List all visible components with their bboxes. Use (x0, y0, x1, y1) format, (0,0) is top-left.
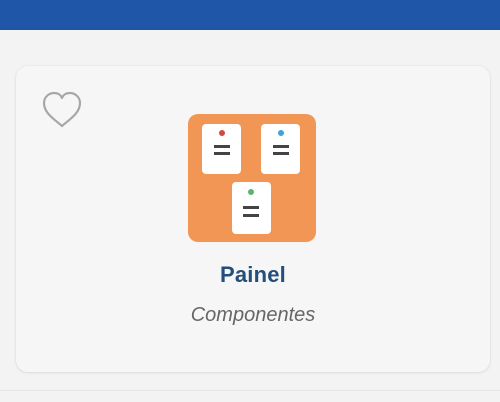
heart-outline-icon[interactable] (40, 90, 84, 130)
app-card-painel[interactable]: Painel Componentes (16, 66, 490, 372)
app-subtitle: Componentes (190, 304, 316, 326)
app-title: Painel (219, 262, 286, 287)
kanban-board-icon (188, 114, 316, 242)
top-header-bar (0, 0, 500, 30)
divider (0, 390, 500, 391)
